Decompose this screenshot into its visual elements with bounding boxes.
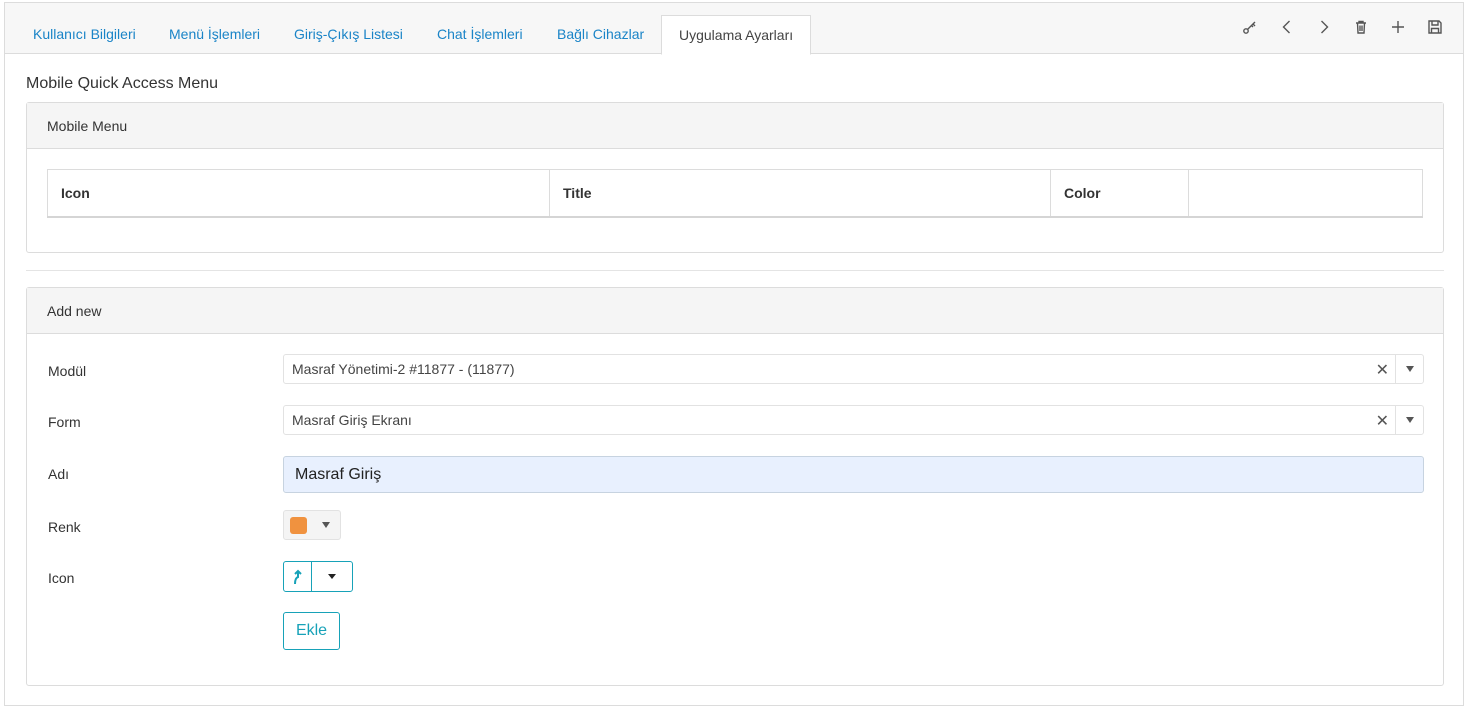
plus-icon[interactable] [1385,15,1410,39]
chevron-down-icon[interactable] [322,522,330,528]
save-icon[interactable] [1422,15,1447,39]
column-header-actions [1188,169,1423,218]
tab-uygulama-ayarlari[interactable]: Uygulama Ayarları [661,15,812,55]
tab-bar: Kullanıcı Bilgileri Menü İşlemleri Giriş… [5,3,1463,55]
clear-icon[interactable]: ✕ [1376,360,1389,380]
mobile-menu-panel: Mobile Menu Icon Title Color [26,102,1444,253]
adi-input[interactable] [283,456,1424,493]
trash-icon[interactable] [1348,15,1373,39]
column-header-icon: Icon [47,169,550,218]
section-title: Mobile Quick Access Menu [26,75,219,92]
form-label: Form [48,414,81,430]
modul-select[interactable]: Masraf Yönetimi-2 #11877 - (11877) ✕ [283,354,1424,384]
add-new-panel: Add new Modül Masraf Yönetimi-2 #11877 -… [26,287,1444,686]
renk-label: Renk [48,519,81,535]
tab-chat-islemleri[interactable]: Chat İşlemleri [420,15,540,54]
icon-picker[interactable] [283,561,353,592]
mobile-menu-table: Icon Title Color [47,169,1423,218]
adi-label: Adı [48,466,70,482]
mobile-menu-panel-title: Mobile Menu [27,103,1443,149]
clear-icon[interactable]: ✕ [1376,411,1389,431]
arrow-up-turn-icon [284,562,312,591]
renk-color-picker[interactable] [283,510,341,540]
tab-menu-islemleri[interactable]: Menü İşlemleri [152,15,277,54]
chevron-down-icon[interactable] [312,562,352,591]
tab-giris-cikis-listesi[interactable]: Giriş-Çıkış Listesi [277,15,420,54]
section-divider [26,270,1444,271]
column-header-title: Title [549,169,1051,218]
modul-select-value: Masraf Yönetimi-2 #11877 - (11877) [292,361,515,377]
key-icon[interactable] [1237,15,1262,39]
add-new-panel-title: Add new [27,288,1443,334]
toolbar [1237,15,1447,39]
icon-label: Icon [48,570,75,586]
tab-kullanici-bilgileri[interactable]: Kullanıcı Bilgileri [16,15,153,54]
chevron-left-icon[interactable] [1274,15,1299,39]
column-header-color: Color [1050,169,1189,218]
tab-bagli-cihazlar[interactable]: Bağlı Cihazlar [540,15,661,54]
form-select[interactable]: Masraf Giriş Ekranı ✕ [283,405,1424,435]
ekle-button[interactable]: Ekle [283,612,340,650]
chevron-down-icon[interactable] [1395,406,1423,434]
color-swatch [290,517,307,534]
chevron-down-icon[interactable] [1395,355,1423,383]
chevron-right-icon[interactable] [1311,15,1336,39]
app-frame: Kullanıcı Bilgileri Menü İşlemleri Giriş… [4,2,1464,706]
table-header-row: Icon Title Color [47,169,1423,218]
form-select-value: Masraf Giriş Ekranı [292,412,412,428]
modul-label: Modül [48,363,87,379]
